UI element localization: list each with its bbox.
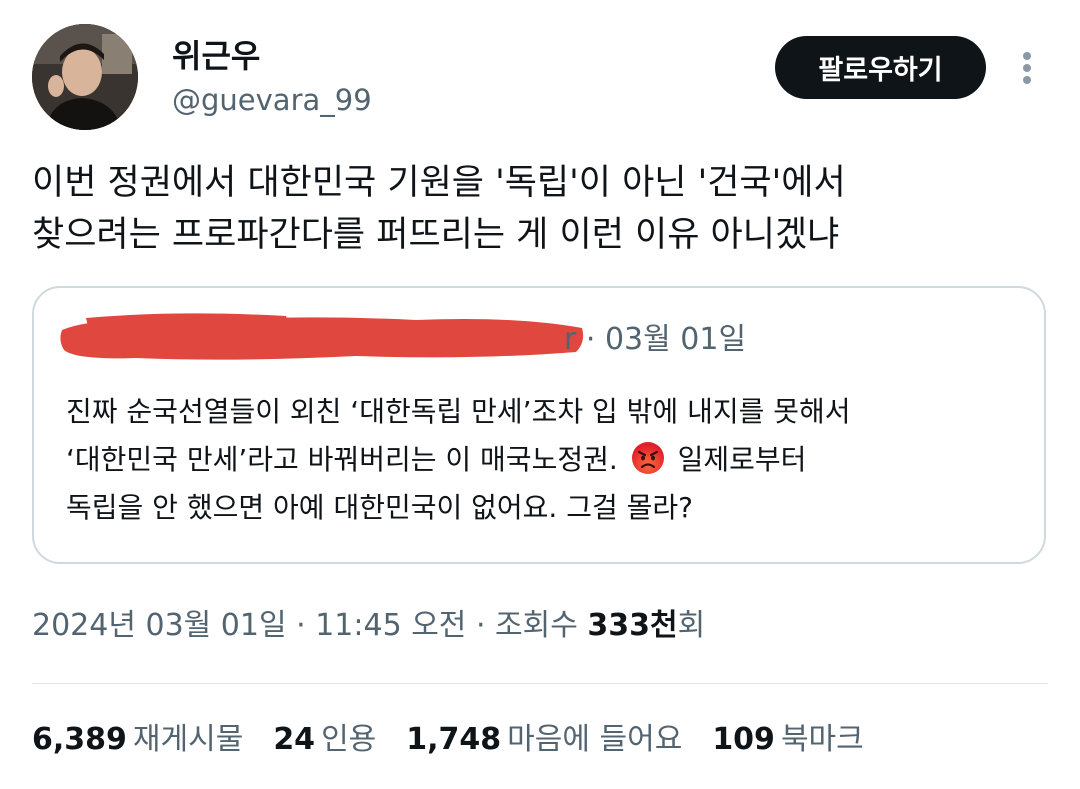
- quoted-tweet-text: 진짜 순국선열들이 외친 ‘대한독립 만세’조차 입 밖에 내지를 못해서 ‘대…: [66, 388, 1026, 532]
- quoted-tweet-card[interactable]: r · 03월 01일 진짜 순국선열들이 외친 ‘대한독립 만세’조차 입 밖…: [32, 286, 1046, 564]
- reposts-count: 6,389: [32, 722, 127, 757]
- likes-count: 1,748: [406, 722, 502, 757]
- quoted-text-line: 독립을 안 했으면 아예 대한민국이 없어요. 그걸 몰라?: [66, 491, 694, 524]
- quoted-tweet-meta: r · 03월 01일: [564, 320, 746, 360]
- views-suffix: 회: [677, 608, 706, 643]
- angry-face-emoji: [631, 442, 664, 474]
- likes-stat[interactable]: 1,748 마음에 들어요: [406, 718, 682, 762]
- avatar-photo: [32, 24, 138, 130]
- separator-dot: ·: [585, 322, 605, 357]
- tweet-text: 이번 정권에서 대한민국 기원을 '독립'이 아닌 '건국'에서 찾으려는 프로…: [32, 157, 1042, 261]
- quoted-text-line: ‘대한민국 만세’라고 바꿔버리는 이 매국노정권. 일제로부터: [66, 436, 1026, 484]
- separator-dot: ·: [296, 608, 316, 643]
- reposts-stat[interactable]: 6,389 재게시물: [32, 718, 243, 762]
- likes-label: 마음에 들어요: [507, 722, 683, 757]
- tweet-text-line: 찾으려는 프로파간다를 퍼뜨리는 게 이런 이유 아니겠냐: [32, 215, 840, 255]
- quoted-text-line: 진짜 순국선열들이 외친 ‘대한독립 만세’조차 입 밖에 내지를 못해서: [66, 395, 851, 428]
- quoted-author-suffix: r: [564, 322, 577, 357]
- quotes-stat[interactable]: 24 인용: [273, 718, 376, 762]
- more-vertical-icon[interactable]: [1012, 46, 1042, 90]
- tweet-timestamp: 2024년 03월 01일 · 11:45 오전 · 조회수 333천회: [32, 604, 705, 648]
- redaction-mark: [60, 313, 584, 360]
- views-label: 조회수: [495, 608, 578, 643]
- views-count: 333천: [587, 608, 678, 643]
- display-name[interactable]: 위근우: [172, 36, 260, 76]
- reposts-label: 재게시물: [132, 722, 244, 757]
- engagement-stats: 6,389 재게시물 24 인용 1,748 마음에 들어요 109 북마크: [32, 718, 894, 762]
- avatar[interactable]: [32, 24, 138, 130]
- tweet-text-line: 이번 정권에서 대한민국 기원을 '독립'이 아닌 '건국'에서: [32, 163, 846, 203]
- bookmarks-count: 109: [712, 722, 775, 757]
- user-handle[interactable]: @guevara_99: [172, 82, 372, 118]
- separator-dot: ·: [475, 608, 496, 643]
- quoted-text-segment: 일제로부터: [677, 443, 807, 476]
- tweet-date[interactable]: 2024년 03월 01일: [32, 608, 287, 643]
- quotes-label: 인용: [321, 722, 377, 757]
- divider: [32, 683, 1048, 684]
- tweet-time[interactable]: 11:45 오전: [315, 608, 466, 643]
- bookmarks-stat[interactable]: 109 북마크: [712, 718, 863, 762]
- follow-button[interactable]: 팔로우하기: [775, 36, 986, 99]
- quoted-tweet-date: 03월 01일: [604, 322, 747, 357]
- quotes-count: 24: [273, 722, 316, 757]
- bookmarks-label: 북마크: [780, 722, 864, 757]
- quoted-text-segment: ‘대한민국 만세’라고 바꿔버리는 이 매국노정권.: [66, 443, 618, 476]
